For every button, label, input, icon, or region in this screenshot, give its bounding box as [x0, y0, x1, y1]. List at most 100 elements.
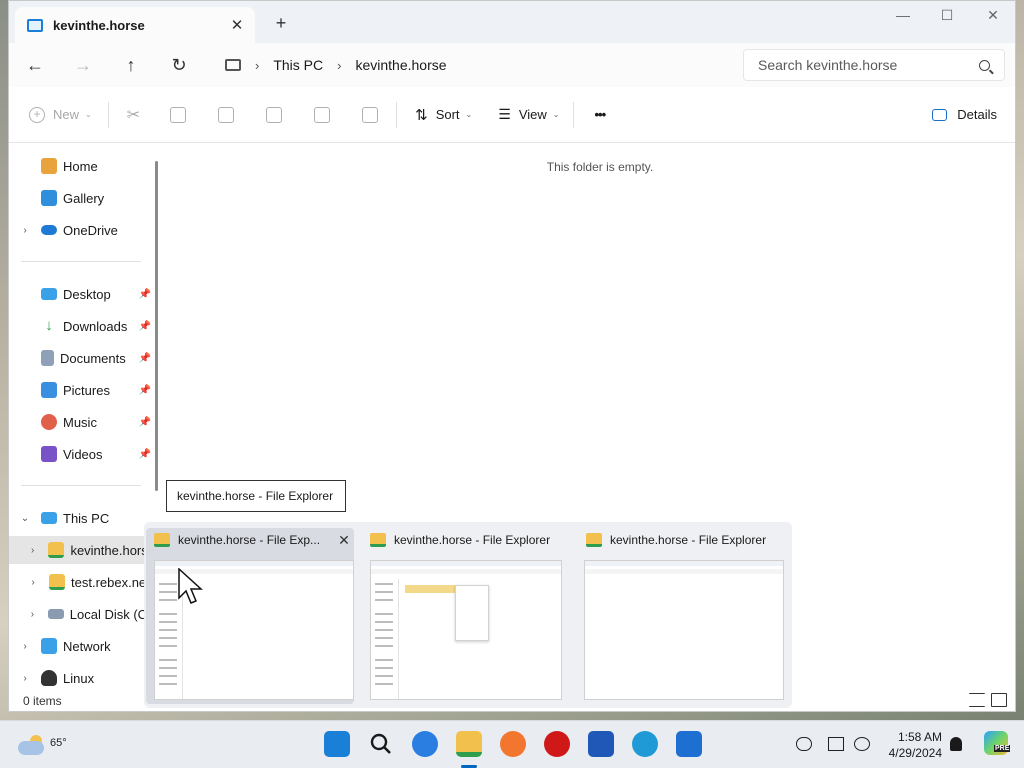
rename-button[interactable] [266, 99, 283, 131]
notepad-icon[interactable] [676, 731, 702, 757]
sort-button[interactable]: ⇅ Sort ⌄ [415, 99, 472, 131]
chrome-icon[interactable] [412, 731, 438, 757]
sidebar-item-gallery[interactable]: Gallery [9, 184, 155, 212]
new-tab-button[interactable]: + [271, 13, 291, 34]
chevron-right-icon[interactable]: › [19, 225, 31, 236]
network-drive-icon [49, 574, 65, 590]
search-input[interactable]: Search kevinthe.horse [743, 49, 1005, 81]
close-window-button[interactable]: ✕ [981, 7, 1005, 24]
sidebar-item-label: Gallery [63, 190, 105, 206]
forward-button[interactable]: → [59, 55, 107, 76]
item-count: 0 items [23, 693, 62, 708]
preview-thumbnail [370, 560, 562, 700]
sidebar-item-home[interactable]: Home [9, 152, 155, 180]
large-icons-view-icon[interactable] [991, 693, 1007, 707]
chevron-right-icon[interactable]: › [27, 609, 38, 620]
chevron-right-icon[interactable]: › [19, 641, 31, 652]
sidebar-item-this-pc[interactable]: ⌄ This PC [9, 504, 155, 532]
preview-thumbnail [584, 560, 784, 700]
sidebar-item-documents[interactable]: Documents 📌 [9, 344, 155, 372]
chevron-down-icon[interactable]: ⌄ [19, 513, 31, 524]
breadcrumb-this-pc[interactable]: This PC [273, 57, 323, 73]
sidebar-item-kevinthe-horse[interactable]: › kevinthe.horse [9, 536, 155, 564]
network-icon[interactable] [828, 737, 844, 751]
preview-title: kevinthe.horse - File Explorer [394, 533, 551, 547]
sidebar-item-pictures[interactable]: Pictures 📌 [9, 376, 155, 404]
divider [107, 101, 109, 128]
sidebar-item-label: Music [63, 414, 97, 430]
pin-icon: 📌 [138, 416, 151, 428]
tab-kevinthe-horse[interactable]: kevinthe.horse ✕ [15, 7, 255, 43]
paste-button[interactable] [218, 99, 235, 131]
chevron-down-icon: ⌄ [552, 110, 560, 119]
desktop-icon [41, 288, 57, 300]
new-button[interactable]: + New ⌄ [29, 99, 92, 131]
window-preview-1[interactable]: kevinthe.horse - File Exp... ✕ [146, 528, 354, 704]
weather-widget[interactable]: 65° [18, 729, 67, 761]
sidebar-item-label: Local Disk (C:) [69, 606, 155, 622]
this-pc-icon [225, 59, 241, 71]
notification-bell-icon[interactable] [950, 737, 962, 751]
preview-close-button[interactable]: ✕ [334, 532, 354, 549]
maximize-button[interactable]: ☐ [935, 7, 959, 24]
breadcrumb[interactable]: › This PC › kevinthe.horse [213, 49, 733, 81]
breadcrumb-kevinthe-horse[interactable]: kevinthe.horse [355, 57, 446, 73]
sidebar-item-label: Linux [63, 670, 95, 686]
search-icon[interactable] [368, 731, 394, 757]
onedrive-offline-icon[interactable] [796, 737, 812, 751]
window-preview-3[interactable]: kevinthe.horse - File Explorer [578, 528, 786, 704]
sidebar-item-desktop[interactable]: Desktop 📌 [9, 280, 155, 308]
sidebar-item-onedrive[interactable]: › OneDrive [9, 216, 155, 244]
chevron-right-icon[interactable]: › [27, 545, 38, 556]
rename-icon [266, 106, 283, 123]
sidebar-item-local-disk[interactable]: › Local Disk (C:) [9, 600, 155, 628]
delete-button[interactable] [362, 99, 379, 131]
sidebar-item-videos[interactable]: Videos 📌 [9, 440, 155, 468]
search-icon [979, 59, 990, 71]
sidebar-item-network[interactable]: › Network [9, 632, 155, 660]
sidebar-item-test-rebex-net[interactable]: › test.rebex.net [9, 568, 155, 596]
pin-icon: 📌 [138, 320, 151, 332]
red-ball-icon[interactable] [544, 731, 570, 757]
minimize-button[interactable]: — [891, 7, 915, 23]
view-button[interactable]: ☰ View ⌄ [498, 99, 559, 131]
details-button[interactable]: Details [932, 99, 997, 131]
edge-icon[interactable] [632, 731, 658, 757]
details-pane-icon [932, 108, 948, 121]
sidebar-item-downloads[interactable]: ↓ Downloads 📌 [9, 312, 155, 340]
more-options-button[interactable]: ••• [594, 99, 606, 131]
home-icon [41, 158, 57, 174]
back-button[interactable]: ← [11, 55, 59, 76]
scissors-icon: ✂ [126, 106, 141, 124]
refresh-button[interactable]: ↻ [155, 55, 203, 76]
downloads-icon: ↓ [45, 317, 53, 334]
time: 1:58 AM [897, 730, 942, 744]
clock[interactable]: 1:58 AM 4/29/2024 [884, 729, 942, 761]
divider [21, 485, 141, 486]
chevron-down-icon: ⌄ [85, 110, 92, 119]
file-explorer-icon[interactable] [456, 731, 482, 757]
sidebar-item-music[interactable]: Music 📌 [9, 408, 155, 436]
empty-folder-message: This folder is empty. [546, 160, 654, 174]
firefox-icon[interactable] [500, 731, 526, 757]
chevron-right-icon: › [255, 57, 260, 73]
divider [21, 261, 141, 262]
copy-button[interactable] [170, 99, 187, 131]
share-button[interactable] [314, 99, 331, 131]
tab-close-button[interactable]: ✕ [225, 16, 249, 34]
gallery-icon [41, 190, 57, 206]
sidebar-item-label: OneDrive [63, 222, 118, 238]
start-icon[interactable] [324, 731, 350, 757]
cut-button[interactable]: ✂ [127, 99, 140, 131]
sidebar-item-label: Videos [63, 446, 103, 462]
sidebar-scrollbar[interactable] [155, 161, 158, 491]
up-button[interactable]: ↑ [107, 55, 155, 76]
disk-icon [47, 609, 64, 619]
window-preview-2[interactable]: kevinthe.horse - File Explorer [362, 528, 570, 704]
sidebar-item-label: Desktop [63, 286, 111, 302]
store-icon[interactable] [588, 731, 614, 757]
chevron-right-icon[interactable]: › [19, 673, 31, 684]
chevron-right-icon[interactable]: › [27, 577, 39, 588]
details-view-icon[interactable] [969, 693, 985, 707]
volume-muted-icon[interactable] [854, 737, 870, 751]
